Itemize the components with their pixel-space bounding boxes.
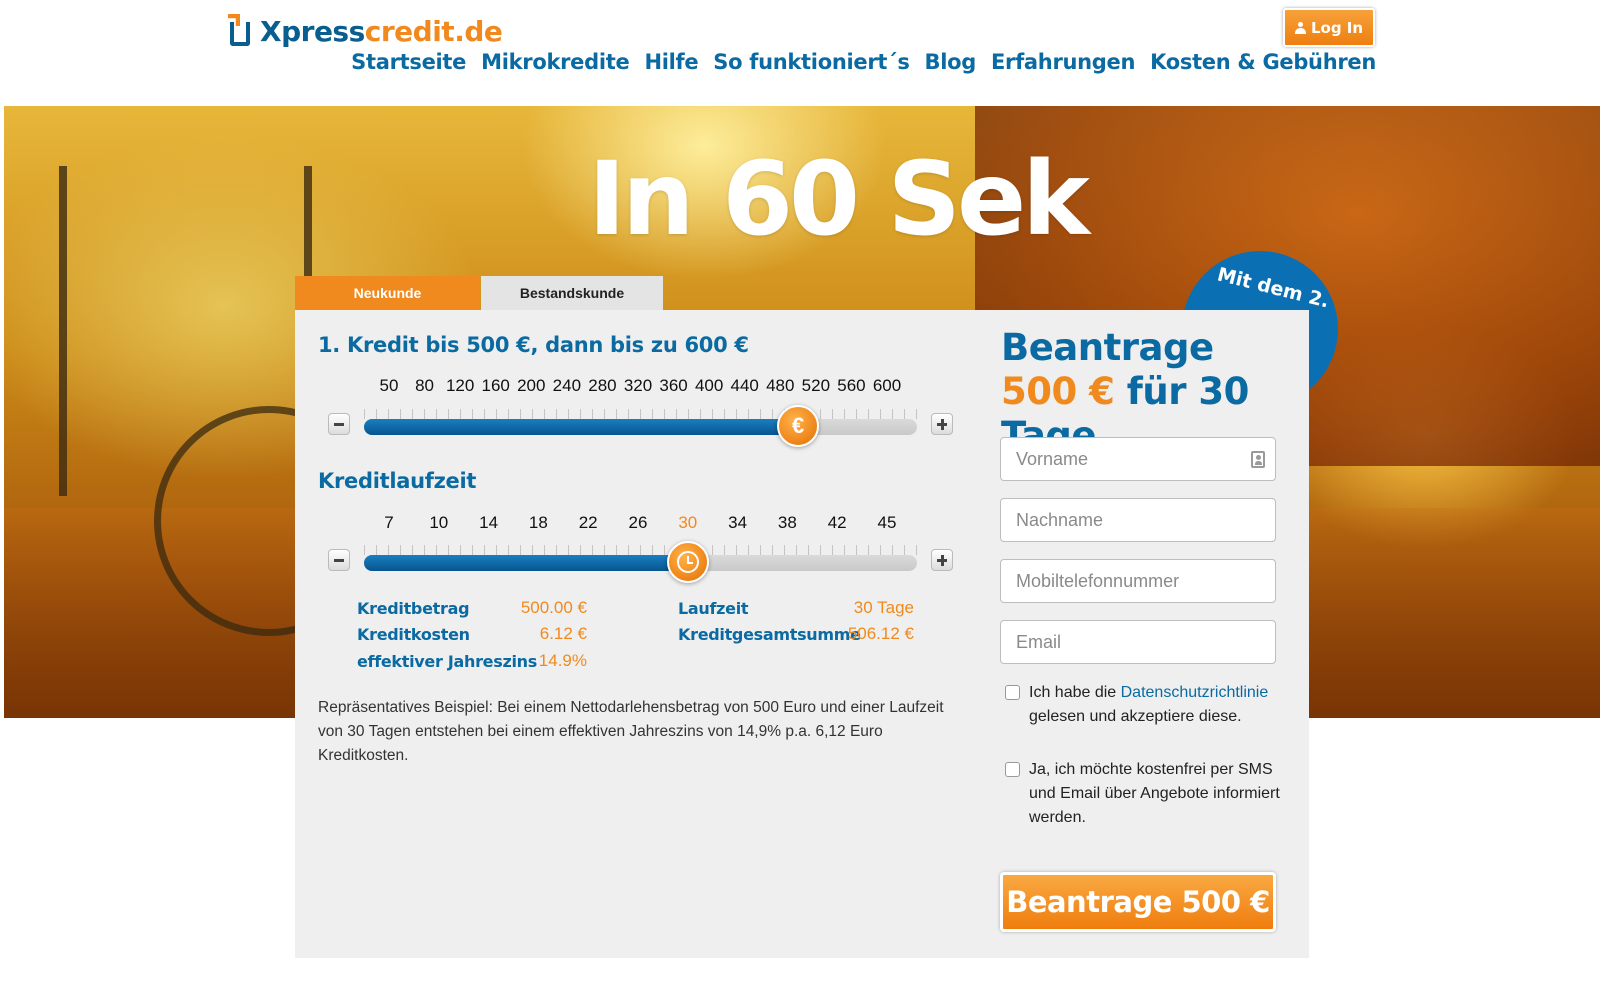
- duration-plus-button[interactable]: [931, 549, 953, 571]
- main-nav: Startseite Mikrokredite Hilfe So funktio…: [351, 50, 1376, 74]
- gesamtsumme-value: 506.12 €: [847, 624, 914, 643]
- amount-tick-50: 50: [379, 376, 399, 395]
- form-title-amount: 500 €: [1001, 370, 1115, 413]
- kreditbetrag-value: 500.00 €: [520, 598, 587, 617]
- duration-tick-10: 10: [429, 513, 449, 532]
- nav-kosten-gebuehren[interactable]: Kosten & Gebühren: [1150, 50, 1376, 74]
- duration-tick-45: 45: [877, 513, 897, 532]
- newsletter-label: Ja, ich möchte kostenfrei per SMS und Em…: [1029, 761, 1280, 826]
- newsletter-checkbox[interactable]: [1005, 762, 1020, 777]
- duration-minus-button[interactable]: [328, 549, 350, 571]
- duration-tick-14: 14: [479, 513, 499, 532]
- nav-erfahrungen[interactable]: Erfahrungen: [991, 50, 1135, 74]
- amount-tick-280: 280: [588, 376, 617, 395]
- login-button[interactable]: Log In: [1283, 8, 1375, 47]
- kreditkosten-value: 6.12 €: [539, 624, 587, 643]
- duration-tick-34: 34: [728, 513, 748, 532]
- mobile-phone-field[interactable]: Mobiltelefonnummer: [1000, 559, 1276, 603]
- amount-tick-360: 360: [659, 376, 688, 395]
- privacy-consent: Ich habe die Datenschutzrichtlinie geles…: [1005, 681, 1281, 729]
- amount-tick-520: 520: [801, 376, 831, 395]
- amount-title: 1. Kredit bis 500 €, dann bis zu 600 €: [318, 333, 749, 357]
- nachname-field[interactable]: Nachname: [1000, 498, 1276, 542]
- clock-icon: [676, 551, 699, 573]
- login-label: Log In: [1310, 18, 1364, 37]
- nav-startseite[interactable]: Startseite: [351, 50, 466, 74]
- kreditbetrag-label: Kreditbetrag: [357, 599, 470, 618]
- user-icon: [1294, 21, 1306, 34]
- duration-slider[interactable]: [328, 541, 953, 583]
- page: Xpresscredit.de Log In Startseite Mikrok…: [0, 0, 1600, 998]
- amount-fill: [364, 419, 799, 435]
- representative-example: Repräsentatives Beispiel: Bei einem Nett…: [318, 699, 944, 764]
- apply-button[interactable]: Beantrage 500 €: [1000, 872, 1276, 932]
- contact-card-icon[interactable]: [1251, 451, 1265, 468]
- duration-tick-7: 7: [384, 513, 394, 532]
- amount-tick-560: 560: [837, 376, 866, 395]
- email-field[interactable]: Email: [1000, 620, 1276, 664]
- logo-bag-icon: [228, 14, 254, 48]
- amount-track[interactable]: €: [364, 405, 917, 447]
- duration-ticks: 7 10 14 18 22 26 30 34 38 42 45: [295, 513, 995, 535]
- duration-tick-38: 38: [777, 513, 797, 532]
- amount-knob-euro-icon[interactable]: €: [777, 405, 820, 447]
- vorname-field[interactable]: Vorname: [1000, 437, 1276, 481]
- brand-logo[interactable]: Xpresscredit.de: [228, 10, 503, 52]
- laufzeit-value: 30 Tage: [853, 598, 914, 617]
- nav-mikrokredite[interactable]: Mikrokredite: [481, 50, 630, 74]
- duration-track[interactable]: [364, 541, 917, 583]
- amount-tick-120: 120: [445, 376, 475, 395]
- amount-slider[interactable]: €: [328, 405, 953, 447]
- amount-ticks: 50 80 120 160 200 240 280 320 360 400 440 480 520 560…: [295, 376, 995, 398]
- duration-title: Kreditlaufzeit: [318, 469, 477, 493]
- nav-so-funktionierts[interactable]: So funktioniert´s: [713, 50, 910, 74]
- amount-tick-440: 440: [730, 376, 759, 395]
- amount-tick-160: 160: [481, 376, 510, 395]
- duration-tick-26: 26: [628, 513, 648, 532]
- duration-fill: [364, 555, 688, 571]
- amount-tick-600: 600: [872, 376, 902, 395]
- amount-tick-400: 400: [694, 376, 724, 395]
- duration-tick-18: 18: [528, 513, 548, 532]
- nav-blog[interactable]: Blog: [925, 50, 977, 74]
- privacy-checkbox[interactable]: [1005, 685, 1020, 700]
- amount-tick-480: 480: [766, 376, 795, 395]
- duration-knob[interactable]: [666, 541, 709, 583]
- amount-tick-320: 320: [623, 376, 653, 395]
- newsletter-consent: Ja, ich möchte kostenfrei per SMS und Em…: [1005, 758, 1281, 830]
- hero-headline: In 60 Sek: [588, 140, 1090, 259]
- privacy-policy-link[interactable]: Datenschutzrichtlinie: [1121, 684, 1269, 701]
- amount-tick-240: 240: [552, 376, 582, 395]
- laufzeit-label: Laufzeit: [678, 599, 749, 618]
- amount-plus-button[interactable]: [931, 413, 953, 435]
- jahreszins-value: 14.9%: [538, 651, 587, 670]
- amount-tick-80: 80: [415, 376, 435, 395]
- duration-tick-42: 42: [827, 513, 847, 532]
- kreditkosten-label: Kreditkosten: [357, 625, 470, 644]
- amount-minus-button[interactable]: [328, 413, 350, 435]
- nav-hilfe[interactable]: Hilfe: [644, 50, 698, 74]
- tab-neukunde[interactable]: Neukunde: [295, 276, 480, 310]
- logo-text-credit: credit.de: [364, 14, 503, 48]
- credit-panel: 1. Kredit bis 500 €, dann bis zu 600 € 5…: [295, 310, 1309, 958]
- duration-tick-30: 30: [678, 513, 698, 532]
- tab-bestandskunde[interactable]: Bestandskunde: [481, 276, 663, 310]
- duration-tick-22: 22: [578, 513, 598, 532]
- amount-tick-200: 200: [517, 376, 546, 395]
- logo-text-xpress: Xpress: [260, 14, 365, 48]
